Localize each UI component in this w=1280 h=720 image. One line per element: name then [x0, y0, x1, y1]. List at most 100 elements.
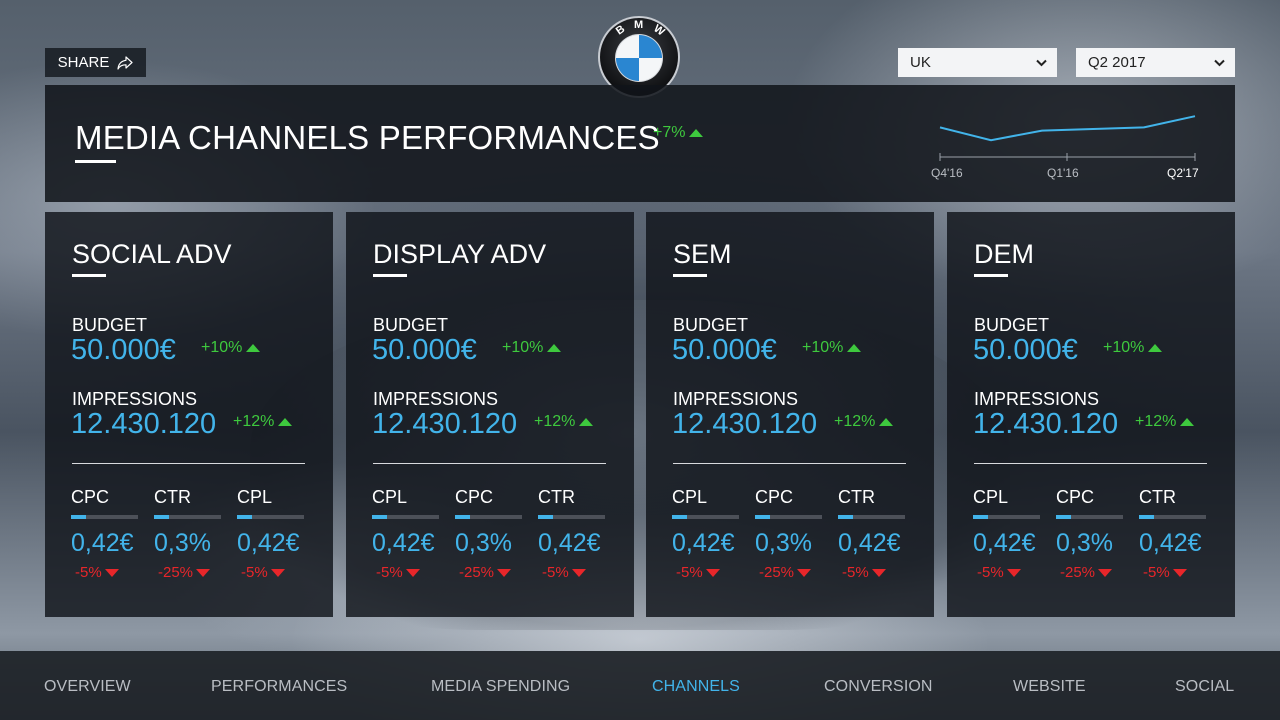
- kpi-progress-bar: [1139, 515, 1206, 519]
- card-title-underline: [974, 274, 1008, 277]
- channel-card-social-adv: SOCIAL ADV BUDGET 50.000€ +10% IMPRESSIO…: [45, 212, 333, 617]
- kpi-value: 0,42€: [237, 529, 300, 557]
- period-select[interactable]: Q2 2017: [1076, 48, 1235, 77]
- impressions-change: +12%: [233, 413, 293, 431]
- kpi-cpc: CPC 0,42€ -5%: [71, 487, 141, 581]
- down-arrow-icon: [196, 568, 211, 577]
- nav-item-channels[interactable]: CHANNELS: [652, 678, 740, 696]
- kpi-ctr: CTR 0,42€ -5%: [1139, 487, 1209, 581]
- kpi-progress-fill: [672, 515, 687, 519]
- budget-label: BUDGET: [373, 315, 449, 335]
- country-select[interactable]: UK: [898, 48, 1057, 77]
- kpi-change: -5%: [838, 564, 908, 581]
- budget-change-value: +10%: [1103, 339, 1145, 356]
- header-panel: MEDIA CHANNELS PERFORMANCES +7% Q4'16 Q1…: [45, 85, 1235, 202]
- kpi-label: CPL: [237, 487, 273, 507]
- budget-change: +10%: [201, 339, 261, 357]
- kpi-value: 0,42€: [672, 529, 735, 557]
- nav-item-performances[interactable]: PERFORMANCES: [211, 678, 347, 696]
- kpi-label: CPL: [672, 487, 708, 507]
- sparkline-x-label: Q2'17: [1167, 166, 1199, 180]
- header-change: +7%: [653, 124, 704, 142]
- impressions-value: 12.430.120: [71, 408, 217, 440]
- impressions-change: +12%: [834, 413, 894, 431]
- nav-item-media-spending[interactable]: MEDIA SPENDING: [431, 678, 570, 696]
- kpi-value: 0,3%: [154, 529, 211, 557]
- budget-change-value: +10%: [802, 339, 844, 356]
- kpi-change: -25%: [755, 564, 825, 581]
- budget-label: BUDGET: [974, 315, 1050, 335]
- kpi-change-value: -5%: [842, 564, 869, 581]
- kpi-progress-bar: [538, 515, 605, 519]
- up-arrow-icon: [847, 344, 862, 352]
- up-arrow-icon: [278, 418, 293, 426]
- budget-change-value: +10%: [201, 339, 243, 356]
- nav-item-website[interactable]: WEBSITE: [1013, 678, 1086, 696]
- card-title: DISPLAY ADV: [373, 239, 547, 269]
- card-title: SOCIAL ADV: [72, 239, 232, 269]
- nav-item-social[interactable]: SOCIAL: [1175, 678, 1234, 696]
- kpi-progress-fill: [71, 515, 86, 519]
- budget-value: 50.000€: [71, 334, 176, 366]
- kpi-progress-bar: [838, 515, 905, 519]
- nav-item-overview[interactable]: OVERVIEW: [44, 678, 131, 696]
- impressions-label: IMPRESSIONS: [72, 389, 198, 409]
- impressions-change: +12%: [1135, 413, 1195, 431]
- up-arrow-icon: [246, 344, 261, 352]
- kpi-ctr: CTR 0,42€ -5%: [538, 487, 608, 581]
- kpi-label: CPL: [372, 487, 408, 507]
- up-arrow-icon: [1148, 344, 1163, 352]
- kpi-progress-fill: [1056, 515, 1071, 519]
- kpi-cpl: CPL 0,42€ -5%: [372, 487, 442, 581]
- down-arrow-icon: [797, 568, 812, 577]
- kpi-change-value: -5%: [1143, 564, 1170, 581]
- kpi-value: 0,3%: [1056, 529, 1113, 557]
- kpi-label: CTR: [538, 487, 575, 507]
- impressions-label: IMPRESSIONS: [373, 389, 499, 409]
- share-label: SHARE: [57, 54, 110, 71]
- impressions-change-value: +12%: [1135, 413, 1177, 430]
- kpi-cpl: CPL 0,42€ -5%: [237, 487, 307, 581]
- kpi-change: -5%: [672, 564, 742, 581]
- kpi-progress-fill: [755, 515, 770, 519]
- down-arrow-icon: [104, 568, 119, 577]
- share-arrow-icon: [117, 55, 133, 70]
- card-divider: [974, 463, 1207, 464]
- impressions-change-value: +12%: [834, 413, 876, 430]
- share-button[interactable]: SHARE: [45, 48, 146, 77]
- up-arrow-icon: [689, 129, 704, 137]
- impressions-value: 12.430.120: [973, 408, 1119, 440]
- kpi-change-value: -25%: [759, 564, 795, 581]
- kpi-value: 0,42€: [838, 529, 901, 557]
- kpi-cpl: CPL 0,42€ -5%: [672, 487, 742, 581]
- kpi-progress-fill: [237, 515, 252, 519]
- kpi-value: 0,42€: [71, 529, 134, 557]
- card-title-underline: [72, 274, 106, 277]
- budget-value: 50.000€: [372, 334, 477, 366]
- kpi-progress-fill: [455, 515, 470, 519]
- down-arrow-icon: [871, 568, 886, 577]
- kpi-change-value: -5%: [977, 564, 1004, 581]
- nav-item-conversion[interactable]: CONVERSION: [824, 678, 933, 696]
- kpi-label: CPC: [455, 487, 494, 507]
- budget-change: +10%: [802, 339, 862, 357]
- channel-card-display-adv: DISPLAY ADV BUDGET 50.000€ +10% IMPRESSI…: [346, 212, 634, 617]
- sparkline-x-label: Q1'16: [1047, 166, 1079, 180]
- budget-change-value: +10%: [502, 339, 544, 356]
- kpi-progress-bar: [672, 515, 739, 519]
- kpi-progress-bar: [372, 515, 439, 519]
- sparkline-line: [939, 115, 1196, 142]
- kpi-progress-fill: [838, 515, 853, 519]
- budget-label: BUDGET: [673, 315, 749, 335]
- kpi-progress-bar: [973, 515, 1040, 519]
- card-divider: [673, 463, 906, 464]
- kpi-value: 0,42€: [538, 529, 601, 557]
- country-select-value: UK: [910, 54, 931, 71]
- down-arrow-icon: [1098, 568, 1113, 577]
- kpi-change: -25%: [154, 564, 224, 581]
- budget-change: +10%: [1103, 339, 1163, 357]
- kpi-change: -5%: [71, 564, 141, 581]
- kpi-progress-bar: [1056, 515, 1123, 519]
- kpi-cpc: CPC 0,3% -25%: [455, 487, 525, 581]
- kpi-progress-fill: [1139, 515, 1154, 519]
